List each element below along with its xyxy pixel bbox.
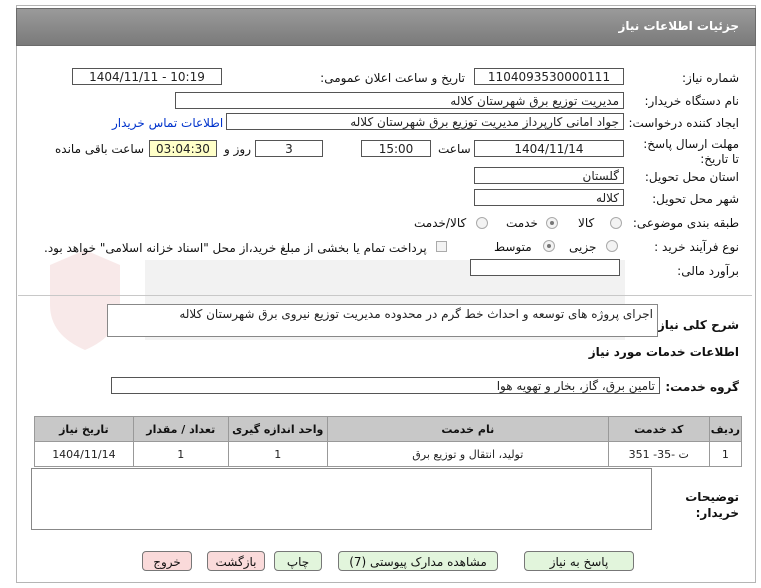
- deadline-date-field: 1404/11/14: [474, 140, 624, 157]
- need-number-field: 1104093530000111: [474, 68, 624, 85]
- deadline-label-text: مهلت ارسال پاسخ: تا تاریخ:: [643, 137, 739, 166]
- cell-quantity: 1: [132, 441, 229, 467]
- table-header-row: ردیف کد خدمت نام خدمت واحد اندازه گیری ت…: [34, 416, 743, 442]
- col-header-service-code: کد خدمت: [607, 416, 710, 442]
- section-divider: [18, 295, 752, 296]
- cell-row-number: 1: [708, 441, 743, 467]
- col-header-row-number: ردیف: [708, 416, 743, 442]
- announce-datetime-field: 1404/11/11 - 10:19: [72, 68, 222, 85]
- treasury-payment-checkbox[interactable]: [436, 241, 447, 252]
- city-field: کلاله: [474, 189, 624, 206]
- treasury-payment-note: پرداخت تمام یا بخشی از مبلغ خرید،از محل …: [44, 241, 427, 255]
- process-minor-radio[interactable]: [606, 240, 618, 252]
- province-field: گلستان: [474, 167, 624, 184]
- cell-service-name: تولید، انتقال و توزیع برق: [326, 441, 609, 467]
- cell-need-date: 1404/11/14: [34, 441, 134, 467]
- view-attachments-button[interactable]: مشاهده مدارک پیوستی (7): [338, 551, 498, 571]
- buyer-contact-link[interactable]: اطلاعات تماس خریدار: [112, 116, 223, 130]
- services-table: ردیف کد خدمت نام خدمت واحد اندازه گیری ت…: [34, 416, 743, 467]
- buyer-org-field: مدیریت توزیع برق شهرستان کلاله: [175, 92, 624, 109]
- deadline-time-label: ساعت: [438, 142, 471, 156]
- services-info-heading: اطلاعات خدمات مورد نیاز: [588, 345, 739, 359]
- exit-button[interactable]: خروج: [142, 551, 192, 571]
- category-label: طبقه بندی موضوعی:: [632, 216, 739, 230]
- reply-button[interactable]: پاسخ به نیاز: [524, 551, 634, 571]
- remaining-time-field: 03:04:30: [149, 140, 217, 157]
- general-desc-text: اجرای پروژه های توسعه و احداث خط گرم در …: [179, 307, 653, 321]
- page-header: جزئیات اطلاعات نیاز: [16, 8, 756, 46]
- estimate-label: برآورد مالی:: [677, 264, 739, 278]
- category-both-label: کالا/خدمت: [414, 216, 467, 230]
- estimate-field[interactable]: [470, 259, 620, 276]
- general-desc-label: شرح کلی نیاز:: [653, 318, 739, 332]
- process-medium-label: متوسط: [494, 240, 532, 254]
- col-header-need-date: تاریخ نیاز: [34, 416, 134, 442]
- service-group-label: گروه خدمت:: [665, 380, 739, 394]
- creator-field: جواد امانی کارپرداز مدیریت توزیع برق شهر…: [226, 113, 624, 130]
- page-title: جزئیات اطلاعات نیاز: [618, 19, 739, 33]
- city-label: شهر محل تحویل:: [652, 192, 739, 206]
- category-goods-label: کالا: [578, 216, 595, 230]
- category-service-radio[interactable]: [546, 217, 558, 229]
- deadline-label: مهلت ارسال پاسخ: تا تاریخ:: [641, 137, 739, 167]
- category-both-radio[interactable]: [476, 217, 488, 229]
- creator-label: ایجاد کننده درخواست:: [628, 116, 739, 130]
- print-button[interactable]: چاپ: [274, 551, 322, 571]
- col-header-unit: واحد اندازه گیری: [227, 416, 328, 442]
- need-number-label: شماره نیاز:: [682, 71, 739, 85]
- buyer-org-label: نام دستگاه خریدار:: [644, 94, 740, 108]
- back-button[interactable]: بازگشت: [207, 551, 265, 571]
- cell-service-code: ت -35- 351: [607, 441, 710, 467]
- cell-unit: 1: [227, 441, 328, 467]
- announce-datetime-label: تاریخ و ساعت اعلان عمومی:: [320, 71, 465, 85]
- category-goods-radio[interactable]: [610, 217, 622, 229]
- deadline-time-field: 15:00: [361, 140, 431, 157]
- process-minor-label: جزیی: [569, 240, 597, 254]
- process-type-label: نوع فرآیند خرید :: [654, 240, 739, 254]
- service-group-field: تامین برق، گاز، بخار و تهویه هوا: [111, 377, 660, 394]
- col-header-service-name: نام خدمت: [326, 416, 609, 442]
- table-row: 1 ت -35- 351 تولید، انتقال و توزیع برق 1…: [34, 441, 743, 467]
- buyer-notes-label: توضیحات خریدار:: [685, 490, 739, 520]
- buyer-notes-textarea[interactable]: [31, 468, 652, 530]
- general-desc-textarea[interactable]: اجرای پروژه های توسعه و احداث خط گرم در …: [107, 304, 658, 337]
- category-service-label: خدمت: [506, 216, 538, 230]
- days-and-label: روز و: [224, 142, 251, 156]
- remaining-label: ساعت باقی مانده: [55, 142, 145, 156]
- province-label: استان محل تحویل:: [644, 170, 739, 184]
- days-remaining-field: 3: [255, 140, 323, 157]
- process-medium-radio[interactable]: [543, 240, 555, 252]
- col-header-quantity: تعداد / مقدار: [132, 416, 229, 442]
